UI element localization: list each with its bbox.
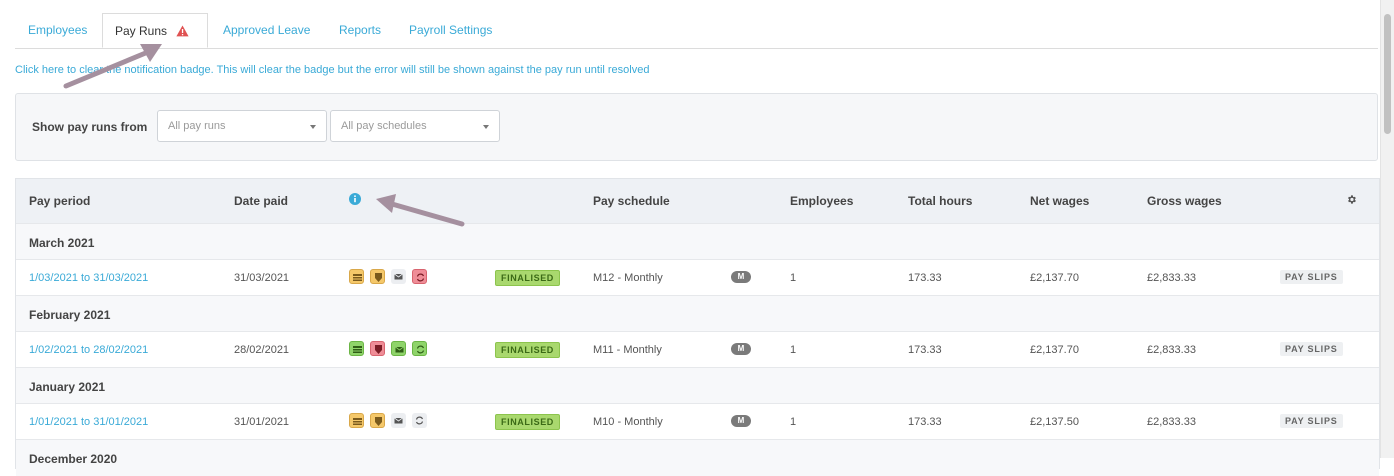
pay-runs-select-value: All pay runs — [168, 120, 226, 132]
schedule-badge: M — [731, 271, 751, 283]
pay-schedules-select-value: All pay schedules — [341, 120, 427, 132]
pay-period-link[interactable]: 1/02/2021 to 28/02/2021 — [29, 344, 148, 356]
schedule-badge: M — [731, 343, 751, 355]
month-group-header: January 2021 — [16, 367, 1379, 404]
vertical-scrollbar[interactable] — [1380, 0, 1394, 458]
email-icon[interactable] — [391, 269, 406, 284]
caret-down-icon — [483, 125, 489, 129]
total-hours: 173.33 — [908, 416, 942, 428]
employees-count: 1 — [790, 272, 797, 284]
sync-icon[interactable] — [412, 413, 427, 428]
header-pay-schedule[interactable]: Pay schedule — [593, 194, 670, 208]
info-icon[interactable] — [349, 193, 361, 205]
pension-icon[interactable] — [370, 269, 385, 284]
table-row[interactable]: 1/02/2021 to 28/02/2021 28/02/2021 FINAL… — [16, 331, 1379, 368]
filter-label: Show pay runs from — [32, 120, 148, 134]
pay-schedules-select[interactable]: All pay schedules — [330, 110, 500, 142]
header-employees[interactable]: Employees — [790, 194, 853, 208]
hmrc-icon[interactable] — [349, 341, 364, 356]
gear-icon[interactable] — [1346, 194, 1357, 205]
pay-runs-table: Pay period Date paid Pay schedule Employ… — [15, 178, 1380, 476]
status-badge: FINALISED — [495, 270, 560, 286]
tab-pay-runs-label: Pay Runs — [115, 24, 168, 38]
schedule-badge: M — [731, 415, 751, 427]
table-header: Pay period Date paid Pay schedule Employ… — [16, 179, 1379, 223]
header-pay-period[interactable]: Pay period — [29, 194, 90, 208]
header-gross-wages[interactable]: Gross wages — [1147, 194, 1222, 208]
header-date-paid[interactable]: Date paid — [234, 194, 288, 208]
month-label: February 2021 — [29, 308, 111, 322]
pay-period-link[interactable]: 1/03/2021 to 31/03/2021 — [29, 272, 148, 284]
pay-runs-select[interactable]: All pay runs — [157, 110, 327, 142]
tab-payroll-settings[interactable]: Payroll Settings — [409, 13, 492, 47]
caret-down-icon — [310, 125, 316, 129]
employees-count: 1 — [790, 416, 797, 428]
net-wages: £2,137.70 — [1030, 272, 1079, 284]
header-total-hours[interactable]: Total hours — [908, 194, 972, 208]
tab-employees[interactable]: Employees — [28, 13, 87, 47]
month-label: March 2021 — [29, 236, 95, 250]
pay-schedule: M11 - Monthly — [593, 344, 662, 356]
pay-slips-button[interactable]: PAY SLIPS — [1280, 414, 1343, 428]
pension-icon[interactable] — [370, 341, 385, 356]
gross-wages: £2,833.33 — [1147, 344, 1196, 356]
tab-bar: Employees Pay Runs Approved Leave Report… — [15, 13, 1378, 49]
scrollbar-thumb[interactable] — [1384, 14, 1391, 134]
sync-icon[interactable] — [412, 341, 427, 356]
filter-panel: Show pay runs from All pay runs All pay … — [15, 93, 1378, 161]
table-row[interactable]: 1/01/2021 to 31/01/2021 31/01/2021 FINAL… — [16, 403, 1379, 440]
month-group-header: March 2021 — [16, 223, 1379, 260]
gross-wages: £2,833.33 — [1147, 272, 1196, 284]
total-hours: 173.33 — [908, 344, 942, 356]
date-paid: 28/02/2021 — [234, 344, 290, 356]
hmrc-icon[interactable] — [349, 413, 364, 428]
pay-period-link[interactable]: 1/01/2021 to 31/01/2021 — [29, 416, 148, 428]
tab-reports[interactable]: Reports — [339, 13, 381, 47]
month-label: December 2020 — [29, 452, 118, 466]
employees-count: 1 — [790, 344, 797, 356]
hmrc-icon[interactable] — [349, 269, 364, 284]
pay-slips-button[interactable]: PAY SLIPS — [1280, 270, 1343, 284]
gross-wages: £2,833.33 — [1147, 416, 1196, 428]
pay-schedule: M10 - Monthly — [593, 416, 663, 428]
month-label: January 2021 — [29, 380, 106, 394]
header-net-wages[interactable]: Net wages — [1030, 194, 1089, 208]
net-wages: £2,137.50 — [1030, 416, 1079, 428]
table-row[interactable]: 1/03/2021 to 31/03/2021 31/03/2021 FINAL… — [16, 259, 1379, 296]
pay-slips-button[interactable]: PAY SLIPS — [1280, 342, 1343, 356]
tab-pay-runs[interactable]: Pay Runs — [102, 13, 208, 48]
email-icon[interactable] — [391, 413, 406, 428]
status-badge: FINALISED — [495, 414, 560, 430]
sync-icon[interactable] — [412, 269, 427, 284]
clear-notification-link[interactable]: Click here to clear the notification bad… — [15, 64, 649, 76]
pension-icon[interactable] — [370, 413, 385, 428]
status-badge: FINALISED — [495, 342, 560, 358]
month-group-header: February 2021 — [16, 295, 1379, 332]
net-wages: £2,137.70 — [1030, 344, 1079, 356]
tab-approved-leave[interactable]: Approved Leave — [223, 13, 310, 47]
warning-triangle-icon — [176, 25, 189, 37]
email-icon[interactable] — [391, 341, 406, 356]
total-hours: 173.33 — [908, 272, 942, 284]
date-paid: 31/01/2021 — [234, 416, 290, 428]
date-paid: 31/03/2021 — [234, 272, 290, 284]
pay-schedule: M12 - Monthly — [593, 272, 663, 284]
